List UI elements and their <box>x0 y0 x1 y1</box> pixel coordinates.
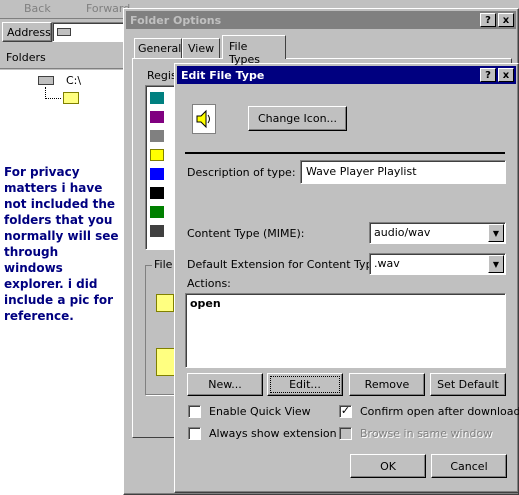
file-type-icon <box>192 104 216 134</box>
tab-view[interactable]: View <box>182 38 220 58</box>
set-default-button[interactable]: Set Default <box>430 373 506 396</box>
enable-quick-view-checkbox[interactable] <box>188 405 201 418</box>
computer-drive-icon[interactable] <box>38 76 54 85</box>
file-type-icon-2 <box>150 111 164 123</box>
tree-connector <box>45 87 61 99</box>
file-type-icon-7 <box>150 206 164 218</box>
file-type-icon-6 <box>150 187 164 199</box>
speaker-icon-small <box>156 294 174 312</box>
actions-list[interactable]: open <box>185 293 506 368</box>
tab-file-types[interactable]: File Types <box>222 35 286 66</box>
description-label: Description of type: <box>187 166 296 179</box>
help-button[interactable]: ? <box>480 68 496 82</box>
privacy-note: For privacy matters i have not included … <box>4 165 119 323</box>
folder-options-titlebar: Folder Options ? x <box>126 11 516 29</box>
file-details-label: File <box>152 258 175 271</box>
edit-file-type-dialog: Edit File Type ? x Change Icon... Descri… <box>174 63 519 493</box>
confirm-open-label[interactable]: Confirm open after download <box>360 405 519 418</box>
cancel-button[interactable]: Cancel <box>431 454 507 478</box>
file-type-icon-8 <box>150 225 164 237</box>
content-type-combo[interactable]: audio/wav ▼ <box>369 222 506 244</box>
tab-general[interactable]: General <box>134 38 182 58</box>
always-show-extension-label[interactable]: Always show extension <box>209 427 337 440</box>
confirm-open-checkbox[interactable]: ✓ <box>339 405 352 418</box>
always-show-extension-checkbox[interactable] <box>188 427 201 440</box>
folder-options-close-button[interactable]: x <box>498 13 514 27</box>
address-input[interactable] <box>52 22 132 42</box>
folder-options-title: Folder Options <box>130 13 222 27</box>
content-type-dropdown-arrow-icon[interactable]: ▼ <box>488 224 504 242</box>
default-ext-dropdown-arrow-icon[interactable]: ▼ <box>488 255 504 273</box>
folder-tree: C:\ For privacy matters i have not inclu… <box>0 70 124 495</box>
content-type-value: audio/wav <box>374 226 431 239</box>
description-value: Wave Player Playlist <box>306 165 417 178</box>
tree-drive-label[interactable]: C:\ <box>66 74 81 87</box>
default-ext-value: .wav <box>374 257 400 270</box>
browse-same-window-checkbox <box>339 427 352 440</box>
file-type-icon-3 <box>150 130 164 142</box>
ok-button[interactable]: OK <box>350 454 426 478</box>
address-label-box: Address <box>2 22 52 42</box>
file-type-icon-1 <box>150 92 164 104</box>
tab-view-label: View <box>188 42 215 55</box>
default-ext-combo[interactable]: .wav ▼ <box>369 253 506 275</box>
change-icon-button[interactable]: Change Icon... <box>248 106 347 131</box>
tab-general-label: General <box>138 42 182 55</box>
speaker-icon <box>196 109 210 129</box>
remove-button[interactable]: Remove <box>349 373 425 396</box>
folders-header: Folders <box>0 47 124 69</box>
content-type-label: Content Type (MIME): <box>187 227 305 240</box>
actions-label: Actions: <box>187 277 231 290</box>
folder-icon[interactable] <box>63 92 79 104</box>
tab-file-types-label: File Types <box>229 40 260 66</box>
enable-quick-view-label[interactable]: Enable Quick View <box>209 405 311 418</box>
browse-same-window-label: Browse in same window <box>360 427 493 440</box>
folders-title: Folders <box>6 51 46 64</box>
edit-file-type-title: Edit File Type <box>181 68 265 82</box>
address-label: Address <box>7 26 51 39</box>
new-button[interactable]: New... <box>187 373 263 396</box>
file-type-icon-5 <box>150 168 164 180</box>
default-ext-label: Default Extension for Content Type: <box>187 258 384 271</box>
registered-types-label: Regis <box>147 69 177 82</box>
folder-options-help-button[interactable]: ? <box>480 13 496 27</box>
action-item-open[interactable]: open <box>190 297 221 310</box>
drive-icon <box>57 28 71 36</box>
edit-button[interactable]: Edit... <box>267 373 343 396</box>
description-input[interactable]: Wave Player Playlist <box>300 160 506 184</box>
edit-file-type-titlebar: Edit File Type ? x <box>177 66 516 84</box>
separator <box>185 152 505 154</box>
back-button[interactable]: Back <box>24 2 51 15</box>
close-button[interactable]: x <box>498 68 514 82</box>
file-type-icon-4 <box>150 149 164 161</box>
